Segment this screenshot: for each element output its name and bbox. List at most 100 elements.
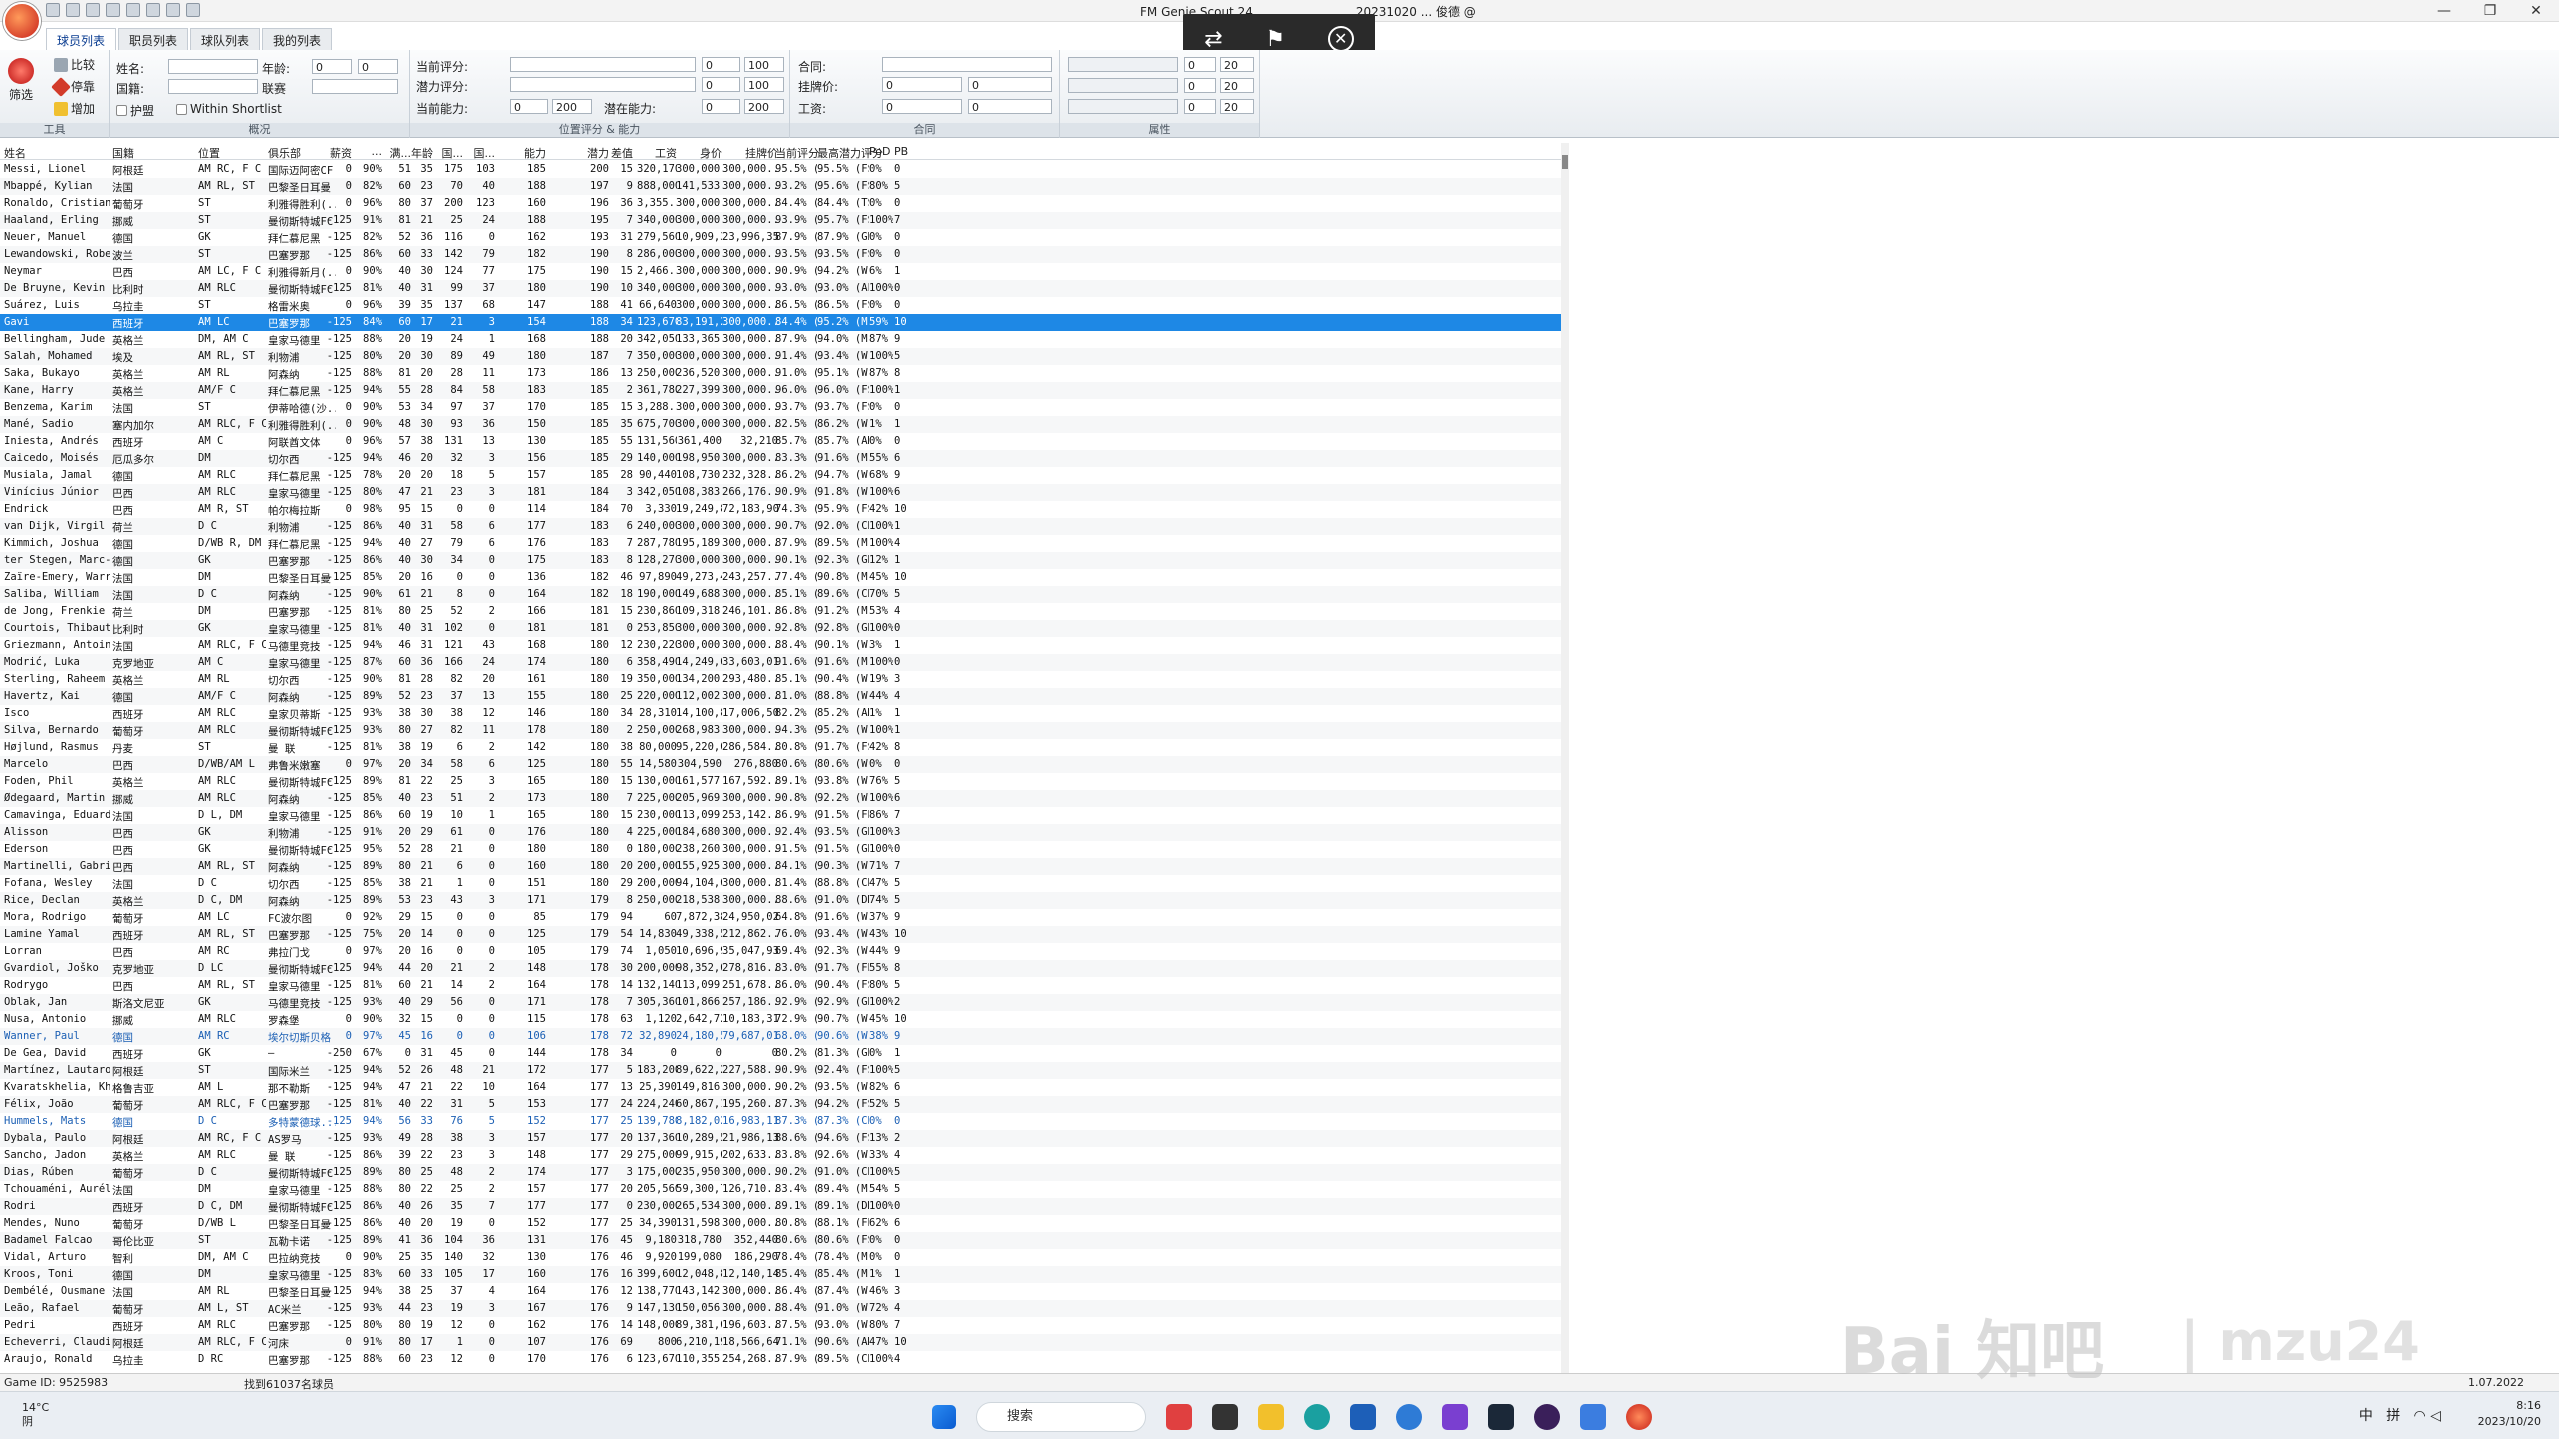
edge-icon[interactable] <box>1304 1404 1330 1430</box>
youth-checkbox[interactable]: 护盟 <box>116 102 154 119</box>
app-logo[interactable] <box>3 2 41 40</box>
column-header[interactable]: 国... <box>465 145 496 161</box>
genie-scout-icon[interactable] <box>1626 1404 1652 1430</box>
table-row[interactable]: Vinícius Júnior 巴西 AM RLC 皇家马德里 -125 80% 47 21 2… <box>0 484 1561 501</box>
column-header[interactable]: 身价 <box>676 145 722 161</box>
table-row[interactable]: Neymar巴西AM LC, F C利雅得新月(...090%403012477… <box>0 263 1561 280</box>
wage-from[interactable]: 0 <box>882 99 962 114</box>
nation-select[interactable] <box>168 79 258 94</box>
value-to[interactable]: 0 <box>968 77 1052 92</box>
table-row[interactable]: Dembélé, Ousmane 法国 AM RL 巴黎圣日耳曼 -125 94% 38 25… <box>0 1283 1561 1300</box>
table-row[interactable]: Ederson 巴西 GK 曼彻斯特城FC -125 95% 52 28 21 0 180 180 0 1… <box>0 841 1561 858</box>
refresh-icon[interactable] <box>106 3 120 17</box>
table-row[interactable]: Bellingham, Jude 英格兰 DM, AM C 皇家马德里 -125 88% 2… <box>0 331 1561 348</box>
search-icon[interactable] <box>126 3 140 17</box>
potential-rating-to[interactable]: 100 <box>744 77 784 92</box>
table-row[interactable]: Félix, João 葡萄牙 AM RLC, F C 巴塞罗那 -125 81% 40 22… <box>0 1096 1561 1113</box>
visual-studio-icon[interactable] <box>1442 1404 1468 1430</box>
column-header[interactable]: 差值 <box>607 145 633 161</box>
age-from-input[interactable]: 0 <box>312 59 352 74</box>
column-header[interactable]: 国籍 <box>112 145 196 161</box>
column-header[interactable]: 最高潜力评分 <box>817 145 883 161</box>
name-input[interactable] <box>168 59 258 74</box>
table-row[interactable]: Ødegaard, Martin 挪威 AM RLC 阿森纳 -125 85% 40 23 51… <box>0 790 1561 807</box>
table-row[interactable]: Neuer, Manuel 德国 GK 拜仁慕尼黑 -125 82% 52 36 116 0 162… <box>0 229 1561 246</box>
table-row[interactable]: Lewandowski, Robert波兰ST巴塞罗那-12586%603314… <box>0 246 1561 263</box>
close-icon[interactable]: ✕ <box>1327 26 1354 52</box>
table-row[interactable]: van Dijk, Virgil 荷兰 D C 利物浦 -125 86% 40 31 58 6 17… <box>0 518 1561 535</box>
column-header[interactable]: 能力 <box>510 145 546 161</box>
table-row[interactable]: Salah, Mohamed 埃及 AM RL, ST 利物浦 -125 80% 20 30 8… <box>0 348 1561 365</box>
app-icon-3[interactable] <box>1580 1404 1606 1430</box>
help-icon[interactable] <box>186 3 200 17</box>
attr2-to[interactable]: 20 <box>1220 78 1254 93</box>
store-icon[interactable] <box>1350 1404 1376 1430</box>
table-row[interactable]: Vidal, Arturo 智利 DM, AM C 巴拉纳竞技 0 90% 25 35 140 3… <box>0 1249 1561 1266</box>
tab-player-list[interactable]: 球员列表 <box>46 28 117 50</box>
weather-widget[interactable]: 14°C 阴 <box>22 1401 49 1429</box>
table-row[interactable]: Araujo, Ronald 乌拉圭 D RC 巴塞罗那 -125 88% 60 23 12 0 1… <box>0 1351 1561 1368</box>
wage-to[interactable]: 0 <box>968 99 1052 114</box>
table-row[interactable]: Silva, Bernardo 葡萄牙 AM RLC 曼彻斯特城FC -125 93% 80… <box>0 722 1561 739</box>
new-icon[interactable] <box>46 3 60 17</box>
table-row[interactable]: Lamine Yamal 西班牙 AM RL, ST 巴塞罗那 -125 75% 20 14 0… <box>0 926 1561 943</box>
save-icon[interactable] <box>86 3 100 17</box>
table-row[interactable]: Martinelli, Gabriel巴西AM RL, ST阿森纳-12589%… <box>0 858 1561 875</box>
table-row[interactable]: Suárez, Luis 乌拉圭 ST 格雷米奥 0 96% 39 35 137 68 147 188… <box>0 297 1561 314</box>
column-header[interactable]: 潜力 <box>575 145 609 161</box>
table-row[interactable]: Lorran 巴西 AM RC 弗拉门戈 0 97% 20 16 0 0 105 179 74 1,050… <box>0 943 1561 960</box>
attribute-select-1[interactable] <box>1068 57 1178 72</box>
pa-to[interactable]: 200 <box>744 99 784 114</box>
table-row[interactable]: Mendes, Nuno 葡萄牙 D/WB L 巴黎圣日耳曼 -125 86% 40 20 19… <box>0 1215 1561 1232</box>
attr3-to[interactable]: 20 <box>1220 99 1254 114</box>
shortlist-checkbox[interactable]: Within Shortlist <box>176 102 282 116</box>
table-row[interactable]: De Gea, David 西班牙 GK — -250 67% 0 31 45 0 144 178 34… <box>0 1045 1561 1062</box>
app-icon[interactable] <box>1166 1404 1192 1430</box>
column-header[interactable]: 姓名 <box>4 145 110 161</box>
table-row[interactable]: Wanner, Paul 德国 AM RC 埃尔切斯贝格 0 97% 45 16 0 0 106 17… <box>0 1028 1561 1045</box>
app-icon-2[interactable] <box>1396 1404 1422 1430</box>
contract-select[interactable] <box>882 57 1052 72</box>
task-view-icon[interactable] <box>1212 1404 1238 1430</box>
table-row[interactable]: Pedri 西班牙 AM RLC 巴塞罗那 -125 80% 80 19 12 0 162 176 14… <box>0 1317 1561 1334</box>
add-button[interactable]: 增加 <box>54 100 95 117</box>
table-row[interactable]: Kvaratskhelia, Khvicha格鲁吉亚AM L那不勒斯-12594… <box>0 1079 1561 1096</box>
table-row[interactable]: Messi, Lionel 阿根廷 AM RC, F C 国际迈阿密CF 0 90% 51 3… <box>0 161 1561 178</box>
search-filter-button[interactable]: 筛选 <box>8 58 34 103</box>
vertical-scrollbar[interactable] <box>1561 143 1569 1373</box>
table-row[interactable]: Marcelo 巴西 D/WB/AM L 弗鲁米嫩塞 0 97% 20 34 58 6 125 180… <box>0 756 1561 773</box>
table-row[interactable]: Saliba, William 法国 D C 阿森纳 -125 90% 61 21 8 0 164 1… <box>0 586 1561 603</box>
table-row[interactable]: Musiala, Jamal 德国 AM RLC 拜仁慕尼黑 -125 78% 20 20 18… <box>0 467 1561 484</box>
tab-my-list[interactable]: 我的列表 <box>262 28 333 50</box>
table-row[interactable]: Saka, Bukayo 英格兰 AM RL 阿森纳 -125 88% 81 20 28 11 17… <box>0 365 1561 382</box>
table-row[interactable]: Kroos, Toni 德国 DM 皇家马德里 -125 83% 60 33 105 17 160 1… <box>0 1266 1561 1283</box>
table-row[interactable]: Gvardiol, Joško 克罗地亚 D LC 曼彻斯特城FC -125 94% 44 2… <box>0 960 1561 977</box>
column-header[interactable]: 满... <box>387 145 412 161</box>
clock-time[interactable]: 8:16 <box>2478 1398 2541 1414</box>
column-header[interactable]: 当前评分 <box>775 145 819 161</box>
fm24-icon[interactable] <box>1534 1404 1560 1430</box>
table-row[interactable]: Endrick 巴西 AM R, ST 帕尔梅拉斯 0 98% 95 15 0 0 114 184 70… <box>0 501 1561 518</box>
open-icon[interactable] <box>66 3 80 17</box>
ca-to[interactable]: 200 <box>552 99 592 114</box>
table-row[interactable]: Sterling, Raheem 英格兰 AM RL 切尔西 -125 90% 81 28 82… <box>0 671 1561 688</box>
maximize-button[interactable]: ❐ <box>2467 0 2513 22</box>
attr2-from[interactable]: 0 <box>1184 78 1216 93</box>
table-row[interactable]: Ronaldo, Cristiano葡萄牙ST利雅得胜利(...096%8037… <box>0 195 1561 212</box>
start-icon[interactable] <box>932 1405 956 1429</box>
table-row[interactable]: Kane, Harry 英格兰 AM/F C 拜仁慕尼黑 -125 94% 55 28 84 58… <box>0 382 1561 399</box>
table-row[interactable]: Rice, Declan 英格兰 D C, DM 阿森纳 -125 89% 53 23 43 3 1… <box>0 892 1561 909</box>
table-row[interactable]: Kimmich, Joshua 德国 D/WB R, DM 拜仁慕尼黑 -125 94% 4… <box>0 535 1561 552</box>
table-row[interactable]: Isco 西班牙 AM RLC 皇家贝蒂斯 -125 93% 38 30 38 12 146 180 3… <box>0 705 1561 722</box>
table-row[interactable]: Mora, Rodrigo 葡萄牙 AM LC FC波尔图 0 92% 29 15 0 0 85 17… <box>0 909 1561 926</box>
attribute-select-2[interactable] <box>1068 78 1178 93</box>
table-row[interactable]: Haaland, Erling 挪威 ST 曼彻斯特城FC -125 91% 81 21 25 2… <box>0 212 1561 229</box>
current-rating-to[interactable]: 100 <box>744 57 784 72</box>
league-select[interactable] <box>312 79 398 94</box>
edit-icon[interactable] <box>146 3 160 17</box>
ca-from[interactable]: 0 <box>510 99 548 114</box>
clock-date[interactable]: 2023/10/20 <box>2478 1414 2541 1430</box>
table-row[interactable]: Havertz, Kai 德国 AM/F C 阿森纳 -125 89% 52 23 37 13 15… <box>0 688 1561 705</box>
current-rating-select[interactable] <box>510 57 696 72</box>
table-row[interactable]: Højlund, Rasmus 丹麦 ST 曼 联 -125 81% 38 19 6 2 142 18… <box>0 739 1561 756</box>
